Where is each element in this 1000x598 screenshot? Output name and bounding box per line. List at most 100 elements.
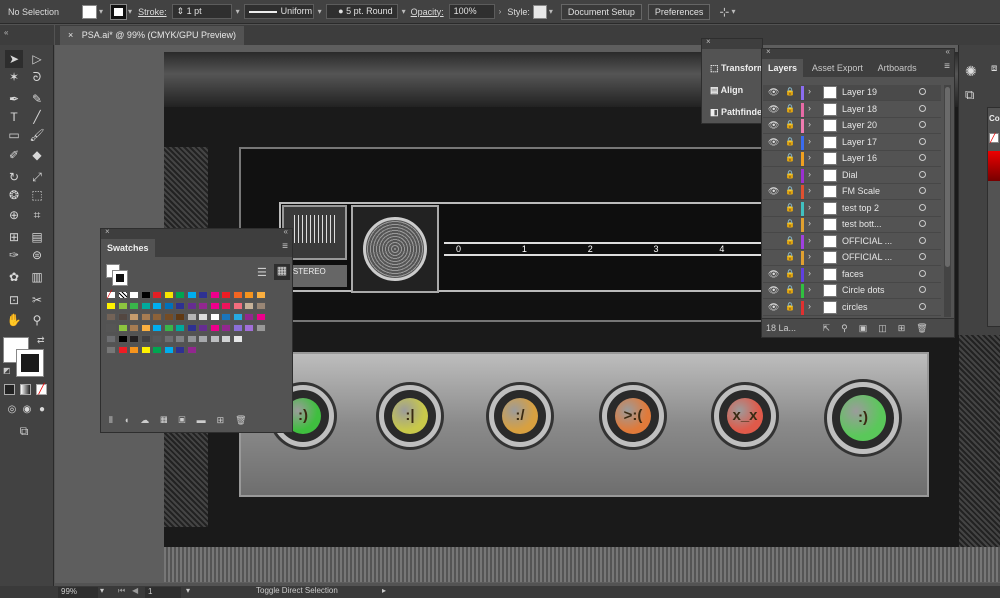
layer-row[interactable]: 👁 🔒 › Circle dots xyxy=(763,283,941,299)
face-knob[interactable]: x_x xyxy=(714,385,776,447)
swatch-cell[interactable] xyxy=(175,335,185,343)
none-swatch[interactable]: ╱ xyxy=(989,133,999,143)
layer-name[interactable]: Dial xyxy=(842,170,914,180)
swatch-cell[interactable] xyxy=(175,302,185,310)
swatch-cell[interactable] xyxy=(152,313,162,321)
tab-layers[interactable]: Layers xyxy=(762,59,804,77)
layer-name[interactable]: OFFICIAL ... xyxy=(842,236,914,246)
swatch-cell[interactable] xyxy=(106,313,116,321)
artboard-field[interactable]: 1 xyxy=(145,587,181,598)
swatch-cell[interactable] xyxy=(209,302,220,310)
swatch-cell[interactable] xyxy=(175,313,185,321)
swatch-cell[interactable] xyxy=(163,291,174,299)
swatch-cell[interactable] xyxy=(232,302,243,310)
swatch-cell[interactable] xyxy=(140,291,151,299)
line-tool-icon[interactable]: ╱ xyxy=(28,108,46,126)
layers-scrollbar[interactable] xyxy=(944,85,951,317)
stroke-label[interactable]: Stroke: xyxy=(138,7,167,17)
chevron-down-icon[interactable]: ▾ xyxy=(731,7,735,16)
opacity-label[interactable]: Opacity: xyxy=(411,7,444,17)
scale-tool-icon[interactable]: ⤢ xyxy=(28,168,46,186)
draw-inside-icon[interactable]: ● xyxy=(33,401,51,419)
prev-artboard-icon[interactable]: ◀ xyxy=(132,586,138,595)
list-view-icon[interactable]: ☰ xyxy=(257,266,267,279)
style-swatch[interactable] xyxy=(532,4,547,19)
target-circle-icon[interactable] xyxy=(919,137,926,145)
collapse-icon[interactable]: « xyxy=(946,47,950,56)
color-group-icon[interactable]: ▣ xyxy=(178,415,196,425)
swatch-cell[interactable] xyxy=(152,335,162,343)
visibility-eye-icon[interactable]: 👁 xyxy=(768,137,779,148)
color-tab[interactable]: Co xyxy=(988,108,1000,129)
layer-name[interactable]: Layer 19 xyxy=(842,87,914,97)
chevron-down-icon[interactable]: ▾ xyxy=(549,7,553,16)
eyedropper-icon[interactable]: ✑ xyxy=(5,246,23,264)
pen-tool-icon[interactable]: ✒ xyxy=(5,90,23,108)
free-transform-icon[interactable]: ⬚ xyxy=(28,186,46,204)
swatch-cell[interactable] xyxy=(186,291,197,299)
layer-row[interactable]: 👁 🔒 › Layer 17 xyxy=(763,135,941,151)
chevron-down-icon[interactable]: ▾ xyxy=(402,7,406,16)
chevron-right-icon[interactable]: › xyxy=(499,7,502,16)
arrange-icon[interactable]: ⊹ xyxy=(719,5,729,19)
swatch-cell[interactable] xyxy=(129,324,139,332)
layer-name[interactable]: Circle dots xyxy=(842,285,914,295)
stroke-indicator[interactable] xyxy=(112,270,128,286)
first-artboard-icon[interactable]: ⏮ xyxy=(118,586,125,596)
selection-tool-icon[interactable]: ➤ xyxy=(5,50,23,68)
new-layer-icon[interactable]: ⊞ xyxy=(898,323,917,333)
new-swatch-icon[interactable]: ⊞ xyxy=(217,415,236,425)
color-mode-icon[interactable] xyxy=(4,384,15,395)
swatch-cell[interactable] xyxy=(140,324,151,332)
scrollbar-thumb[interactable] xyxy=(945,87,950,267)
close-icon[interactable]: × xyxy=(706,39,711,46)
chevron-right-icon[interactable]: › xyxy=(808,301,811,311)
stroke-color-box[interactable] xyxy=(16,349,44,377)
locate-object-icon[interactable]: ⚲ xyxy=(841,323,859,333)
shaper-tool-icon[interactable]: ✐ xyxy=(5,146,23,164)
swatch-cell[interactable] xyxy=(198,335,208,343)
preferences-button[interactable]: Preferences xyxy=(647,3,711,20)
target-circle-icon[interactable] xyxy=(919,104,926,112)
hand-tool-icon[interactable]: ✋ xyxy=(5,311,23,329)
layer-name[interactable]: test bott... xyxy=(842,219,914,229)
swatch-cell[interactable] xyxy=(163,302,174,310)
color-spectrum[interactable] xyxy=(988,151,1000,181)
swatch-cell[interactable] xyxy=(221,324,231,332)
target-circle-icon[interactable] xyxy=(919,203,926,211)
swatch-cell[interactable] xyxy=(117,313,128,321)
swatch-cell[interactable] xyxy=(129,313,139,321)
chevron-down-icon[interactable]: ▾ xyxy=(318,7,322,16)
clipping-mask-icon[interactable]: ▣ xyxy=(859,323,879,333)
symbol-sprayer-icon[interactable]: ✿ xyxy=(5,268,23,286)
swatch-cell[interactable] xyxy=(106,324,116,332)
layer-row[interactable]: 🔒 › OFFICIAL ... xyxy=(763,234,941,250)
swatch-cell[interactable] xyxy=(186,302,197,310)
swatch-cell[interactable] xyxy=(186,313,197,321)
face-knob[interactable]: :| xyxy=(379,385,441,447)
chevron-right-icon[interactable]: › xyxy=(808,235,811,245)
swatch-cell[interactable] xyxy=(221,335,231,343)
magic-wand-icon[interactable]: ✶ xyxy=(5,68,23,86)
swatch-cell[interactable] xyxy=(117,291,128,299)
lock-icon[interactable]: 🔒 xyxy=(785,87,795,96)
layer-name[interactable]: Layer 16 xyxy=(842,153,914,163)
swatch-cell[interactable] xyxy=(255,291,266,299)
swatch-cell[interactable] xyxy=(255,302,266,310)
swatch-cell[interactable] xyxy=(175,324,185,332)
visibility-eye-icon[interactable]: 👁 xyxy=(768,269,779,280)
lock-icon[interactable]: 🔒 xyxy=(785,236,795,245)
visibility-eye-icon[interactable]: 👁 xyxy=(768,87,779,98)
close-icon[interactable]: × xyxy=(105,227,110,236)
curvature-tool-icon[interactable]: ✎ xyxy=(28,90,46,108)
swatch-cell[interactable] xyxy=(140,313,151,321)
stepper-icon[interactable]: ⇕ xyxy=(177,6,187,16)
swatch-cell[interactable] xyxy=(209,335,220,343)
swatch-cell[interactable] xyxy=(140,302,151,310)
swatch-cell[interactable] xyxy=(186,324,197,332)
close-icon[interactable]: × xyxy=(766,47,771,56)
layer-name[interactable]: Layer 17 xyxy=(842,137,914,147)
target-circle-icon[interactable] xyxy=(919,88,926,95)
swatch-cell[interactable] xyxy=(140,346,151,354)
default-colors-icon[interactable]: ◩ xyxy=(3,366,11,375)
